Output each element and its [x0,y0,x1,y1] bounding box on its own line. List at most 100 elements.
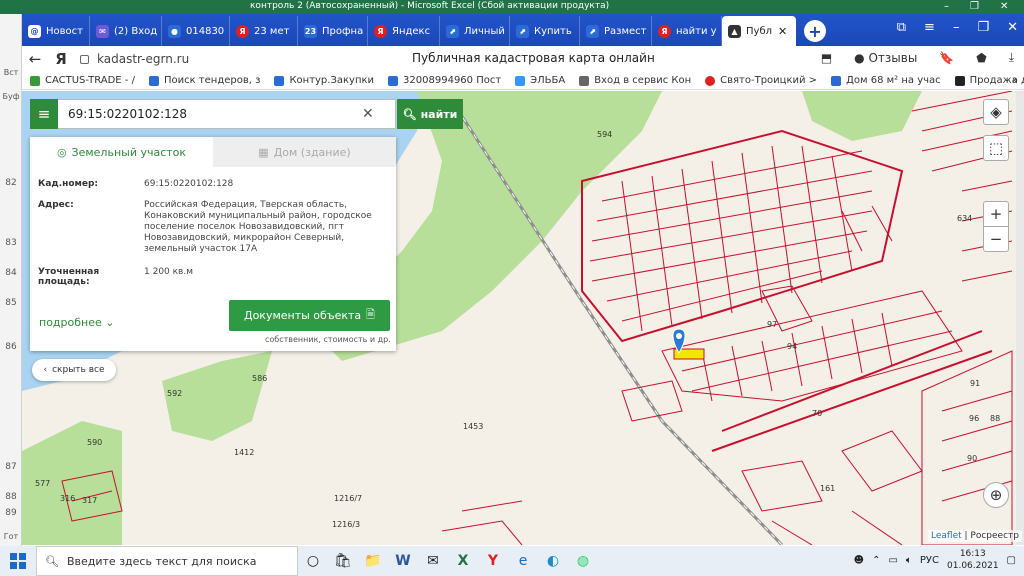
tab-label: Публ [746,25,772,37]
tab-label: Земельный участок [71,145,187,159]
object-documents-button[interactable]: Документы объекта 🗎 [229,300,390,331]
back-icon[interactable]: ← [22,50,48,68]
measure-icon[interactable]: ⬚ [983,135,1009,161]
reviews-button[interactable]: ● Отзывы [854,51,917,65]
layers-icon[interactable]: ◈ [983,99,1009,125]
yandex-browser-icon[interactable]: Y [478,546,508,576]
excel-row-number[interactable]: 85 [2,298,20,308]
bookmark-favicon-icon [831,75,842,86]
close-icon[interactable]: ✕ [1007,20,1018,35]
minimize-icon[interactable]: – [953,20,960,35]
language-indicator[interactable]: РУС [920,555,939,566]
map-scrollbar[interactable] [1016,91,1024,545]
tab-label: 23 мет [254,25,290,37]
collections-icon[interactable]: ⧉ [897,20,906,35]
maximize-icon[interactable]: ❐ [970,1,979,12]
extension-icon[interactable]: ⬟ [976,51,986,65]
edge-icon[interactable]: ◐ [538,546,568,576]
mail-icon[interactable]: ✉ [418,546,448,576]
locate-me-icon[interactable]: ⊕ [983,482,1009,508]
tab-land-plot[interactable]: ◎ Земельный участок [30,137,213,167]
restore-icon[interactable]: ❐ [977,20,989,35]
url-bar[interactable]: kadastr-egrn.ru [80,52,189,66]
address-row-info: Адрес: Российская Федерация, Тверская об… [30,200,396,255]
bookmark-item[interactable]: 32008994960 Пост [388,75,501,86]
rosreestr-credit: | Росреестр [964,531,1019,541]
internet-explorer-icon[interactable]: e [508,546,538,576]
tab-label: Купить [534,25,572,37]
tab-label: найти у [676,25,717,37]
tab-profna[interactable]: 23 Профна [298,16,368,46]
tab-find[interactable]: Янайти у [652,16,722,46]
menu-icon[interactable]: ≡ [924,20,935,35]
taskbar-search-input[interactable]: 🔍︎ Введите здесь текст для поиска [36,546,298,576]
docs-subtitle: собственник, стоимость и др. [265,335,391,344]
leaflet-link[interactable]: Leaflet [931,531,962,541]
page-title: Публичная кадастровая карта онлайн [412,51,655,65]
bookmark-item[interactable]: Свято-Троицкий > [705,75,817,86]
new-tab-button[interactable]: + [804,20,826,42]
more-details-link[interactable]: подробнее ⌄ [39,316,114,329]
download-icon[interactable]: ⤓ [1009,50,1014,65]
zoom-out-button[interactable]: − [983,226,1009,252]
excel-row-number[interactable]: 82 [2,178,20,188]
minimize-icon[interactable]: – [944,1,949,12]
tab-buy[interactable]: ⬈ Купить [510,16,580,46]
whatsapp-icon[interactable]: ◍ [568,546,598,576]
tab-post[interactable]: ⬈ Размест [580,16,652,46]
network-icon[interactable]: ▭ [888,555,897,566]
excel-row-number[interactable]: 83 [2,238,20,248]
bookmark-item[interactable]: Вход в сервис Кон [579,75,691,86]
yandex-home-icon[interactable]: Я [48,50,74,68]
windows-start-icon[interactable] [0,546,36,576]
tab-house[interactable]: ▦ Дом (здание) [213,137,396,167]
chevron-left-icon: ‹ [43,365,48,375]
row-value: Российская Федерация, Тверская область, … [144,200,372,254]
find-button[interactable]: 🔍︎ найти [397,99,463,129]
bookmark-item[interactable]: Дом 68 м² на учас [831,75,941,86]
tab-news[interactable]: @ Новост [22,16,90,46]
map-label: 88 [990,414,1000,423]
reader-icon[interactable]: ⬒ [821,51,832,65]
nav-icon: ⬈ [516,24,529,38]
excel-row-number[interactable]: 84 [2,268,20,278]
zoom-in-button[interactable]: + [983,201,1009,227]
hide-all-button[interactable]: ‹ скрыть все [32,359,116,381]
bookmark-item[interactable]: Контур.Закупки [274,75,374,86]
task-view-icon[interactable]: ○ [298,546,328,576]
excel-row-number[interactable]: 89 [2,508,20,518]
yandex-icon: Я [236,24,249,38]
tab-yandex-23[interactable]: Я 23 мет [230,16,298,46]
more-label: подробнее [39,316,102,329]
tab-yandex[interactable]: Я Яндекс [368,16,440,46]
clear-search-icon[interactable]: ✕ [362,106,374,122]
bookmark-item[interactable]: CACTUS-TRADE - / [30,75,135,86]
tab-cadastral-active[interactable]: ▲ Публ ✕ [722,16,796,46]
map-label: 1216/3 [332,520,360,529]
bookmark-item[interactable]: Поиск тендеров, з [148,75,260,86]
more-bookmarks-icon[interactable]: » [1012,75,1018,86]
bookmark-icon[interactable]: 🔖 [939,51,954,65]
file-explorer-icon[interactable]: 📁 [358,546,388,576]
clock[interactable]: 16:13 01.06.2021 [947,548,999,572]
notifications-icon[interactable]: ▢ [1007,555,1016,566]
excel-icon[interactable]: X [448,546,478,576]
map-label: 161 [820,484,835,493]
store-icon[interactable]: 🛍 [328,546,358,576]
tab-personal[interactable]: ⬈ Личный [440,16,510,46]
cadastral-search-input[interactable] [58,107,358,121]
yandex-icon: Я [374,24,387,38]
people-icon[interactable]: ☻ [854,555,864,566]
excel-row-number[interactable]: 88 [2,492,20,502]
tab-inbox[interactable]: ✉ (2) Вход [90,16,162,46]
close-icon[interactable]: ✕ [1000,1,1008,12]
excel-row-number[interactable]: 87 [2,462,20,472]
tab-procurement[interactable]: ● 014830 [162,16,230,46]
close-tab-icon[interactable]: ✕ [778,25,787,38]
excel-row-number[interactable]: 86 [2,342,20,352]
word-icon[interactable]: W [388,546,418,576]
menu-button[interactable]: ≡ [30,99,58,129]
bookmark-item[interactable]: ЭЛЬБА [515,75,565,86]
volume-icon[interactable]: 🔈︎ [906,555,912,566]
chevron-up-icon[interactable]: ⌃ [872,555,880,566]
